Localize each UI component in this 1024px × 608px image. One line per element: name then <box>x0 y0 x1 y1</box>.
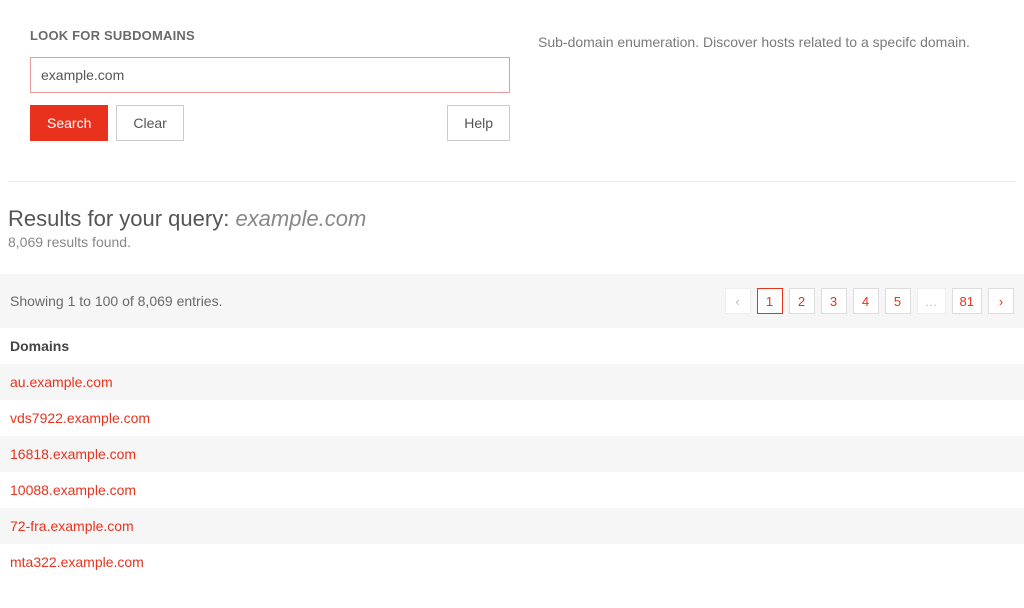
results-title: Results for your query: example.com <box>8 206 1016 232</box>
page-next[interactable]: › <box>988 288 1014 314</box>
domain-link[interactable]: mta322.example.com <box>10 554 144 570</box>
page-ellipsis: … <box>917 288 946 314</box>
search-button[interactable]: Search <box>30 105 108 141</box>
column-header-domains: Domains <box>0 328 1024 364</box>
page-last[interactable]: 81 <box>952 288 982 314</box>
domain-link[interactable]: vds7922.example.com <box>10 410 150 426</box>
domain-link[interactable]: 16818.example.com <box>10 446 136 462</box>
table-row: 10088.example.com <box>0 472 1024 508</box>
section-description: Sub-domain enumeration. Discover hosts r… <box>538 34 994 50</box>
page-2[interactable]: 2 <box>789 288 815 314</box>
pagination: ‹ 1 2 3 4 5 … 81 › <box>725 288 1014 314</box>
table-row: mta322.example.com <box>0 544 1024 580</box>
domain-link[interactable]: au.example.com <box>10 374 113 390</box>
table-row: 16818.example.com <box>0 436 1024 472</box>
section-title: LOOK FOR SUBDOMAINS <box>30 28 510 43</box>
domain-search-input[interactable] <box>30 57 510 93</box>
domain-link[interactable]: 10088.example.com <box>10 482 136 498</box>
page-1[interactable]: 1 <box>757 288 783 314</box>
results-count: 8,069 results found. <box>8 234 1016 250</box>
results-table: Domains au.example.com vds7922.example.c… <box>0 328 1024 580</box>
page-prev[interactable]: ‹ <box>725 288 751 314</box>
page-4[interactable]: 4 <box>853 288 879 314</box>
results-title-query: example.com <box>235 206 366 231</box>
page-5[interactable]: 5 <box>885 288 911 314</box>
clear-button[interactable]: Clear <box>116 105 183 141</box>
help-button[interactable]: Help <box>447 105 510 141</box>
domain-link[interactable]: 72-fra.example.com <box>10 518 134 534</box>
results-title-prefix: Results for your query: <box>8 206 235 231</box>
table-row: au.example.com <box>0 364 1024 400</box>
page-3[interactable]: 3 <box>821 288 847 314</box>
table-row: 72-fra.example.com <box>0 508 1024 544</box>
showing-entries: Showing 1 to 100 of 8,069 entries. <box>10 293 222 309</box>
table-row: vds7922.example.com <box>0 400 1024 436</box>
divider <box>8 181 1016 182</box>
